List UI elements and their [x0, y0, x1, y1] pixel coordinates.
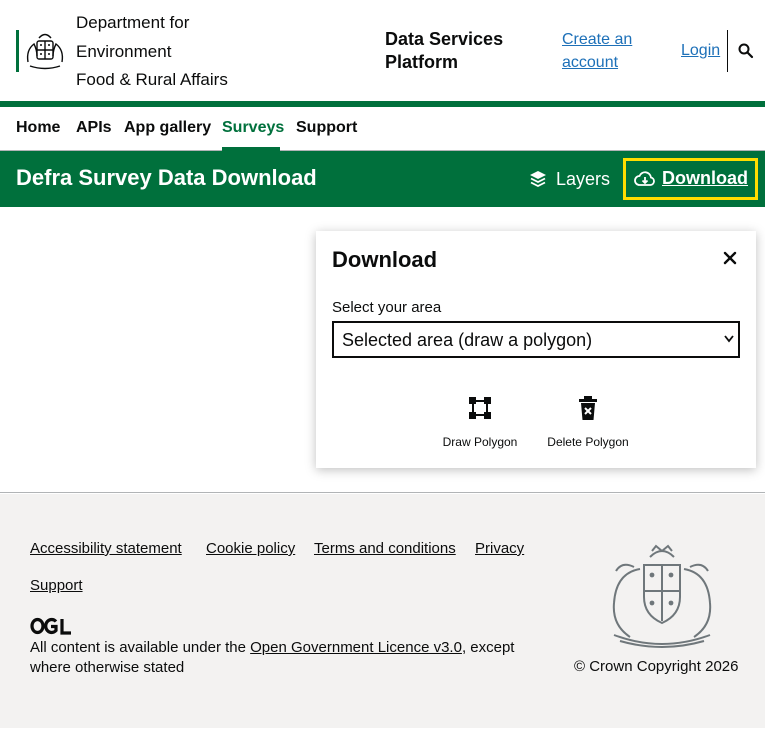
service-name[interactable]: Data Services Platform	[385, 28, 535, 74]
nav-item-support[interactable]: Support	[296, 119, 357, 137]
footer-link-support[interactable]: Support	[30, 577, 83, 594]
cloud-download-icon	[634, 171, 655, 186]
ogl-logo-icon	[30, 617, 71, 635]
department-name-line-1: Department for	[76, 13, 190, 32]
delete-polygon-button[interactable]: Delete Polygon	[543, 395, 633, 455]
ogl-licence-link[interactable]: Open Government Licence v3.0	[250, 639, 462, 656]
download-panel: Download Select your area Selected area …	[316, 231, 756, 468]
footer-bottom-edge	[0, 728, 765, 733]
page-title-bar: Defra Survey Data Download Layers Downlo…	[0, 151, 765, 207]
royal-coat-of-arms-icon	[612, 544, 712, 648]
crown-copyright[interactable]: © Crown Copyright 2026	[574, 658, 738, 675]
nav-item-app-gallery[interactable]: App gallery	[124, 119, 211, 137]
footer-link-cookies[interactable]: Cookie policy	[206, 540, 295, 557]
login-link[interactable]: Login	[681, 40, 720, 62]
department-name-line-3: Food & Rural Affairs	[76, 70, 228, 89]
download-button[interactable]: Download	[623, 158, 758, 200]
draw-polygon-icon	[469, 397, 491, 419]
layers-label: Layers	[556, 169, 611, 189]
nav-item-apis[interactable]: APIs	[76, 119, 112, 137]
royal-crest-icon	[26, 33, 64, 70]
delete-polygon-icon	[579, 396, 597, 420]
main-navigation: Home APIs App gallery Surveys Support	[0, 107, 765, 151]
layers-icon	[530, 171, 546, 188]
footer-link-privacy[interactable]: Privacy	[475, 540, 524, 557]
panel-title: Download	[332, 247, 438, 272]
header-divider	[727, 30, 728, 72]
download-button-inner: Download	[626, 161, 755, 197]
licence-prefix: All content is available under the	[30, 639, 251, 656]
logo-stripe	[16, 30, 19, 72]
area-select-label: Select your area	[332, 299, 442, 316]
draw-polygon-label: Draw Polygon	[442, 435, 518, 449]
footer-link-accessibility[interactable]: Accessibility statement	[30, 540, 182, 557]
search-icon[interactable]	[737, 42, 755, 60]
download-label: Download	[662, 168, 748, 188]
chevron-down-icon	[724, 335, 734, 343]
footer-link-terms[interactable]: Terms and conditions	[314, 540, 456, 557]
delete-polygon-label: Delete Polygon	[547, 435, 629, 449]
site-header: Department for Environment Food & Rural …	[0, 0, 765, 102]
area-select[interactable]: Selected area (draw a polygon)	[332, 321, 740, 358]
layers-button[interactable]: Layers	[526, 161, 618, 197]
area-select-value: Selected area (draw a polygon)	[342, 330, 593, 350]
create-account-link[interactable]: Create an account	[562, 28, 652, 74]
close-icon[interactable]	[721, 249, 739, 267]
nav-item-home[interactable]: Home	[16, 119, 60, 137]
page-title: Defra Survey Data Download	[16, 165, 317, 190]
draw-polygon-button[interactable]: Draw Polygon	[435, 395, 525, 455]
department-name-line-2: Environment	[76, 42, 172, 61]
nav-item-surveys[interactable]: Surveys	[222, 119, 284, 137]
licence-text: All content is available under the Open …	[30, 638, 540, 678]
